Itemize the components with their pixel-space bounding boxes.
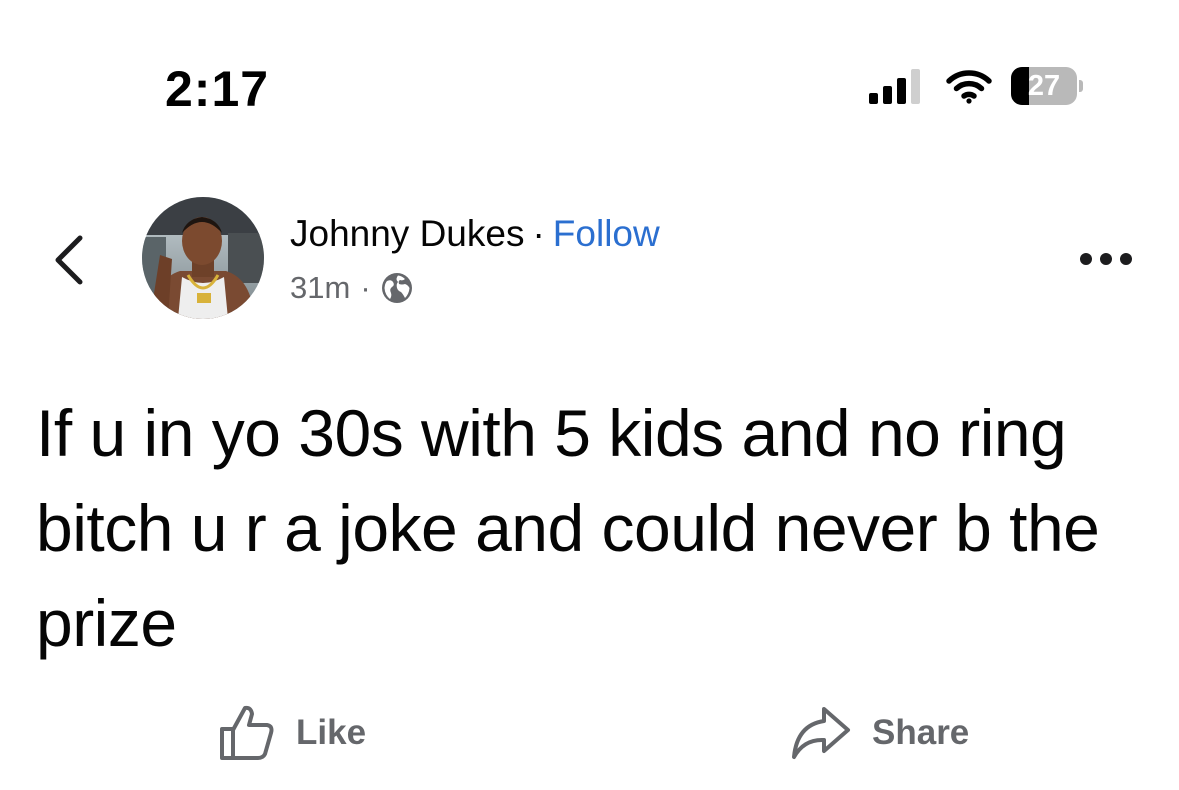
share-arrow-icon bbox=[792, 707, 850, 759]
follow-button[interactable]: Follow bbox=[553, 212, 660, 256]
battery-icon: 27 bbox=[1011, 67, 1083, 105]
post-timestamp[interactable]: 31m bbox=[290, 268, 350, 308]
cellular-signal-icon bbox=[869, 69, 920, 104]
profile-photo bbox=[142, 197, 264, 319]
status-icons: 27 bbox=[869, 66, 1083, 106]
ellipsis-icon bbox=[1080, 253, 1132, 265]
status-time: 2:17 bbox=[165, 61, 270, 117]
status-bar: 2:17 27 bbox=[0, 0, 1179, 130]
share-label: Share bbox=[872, 713, 970, 752]
post-actions: Like Share bbox=[0, 700, 1179, 766]
share-button[interactable]: Share bbox=[790, 700, 969, 766]
meta-separator: · bbox=[360, 270, 371, 305]
back-button[interactable] bbox=[44, 230, 96, 290]
post-header: Johnny Dukes · Follow 31m · bbox=[0, 190, 1179, 330]
post-meta: 31m · bbox=[290, 268, 413, 308]
thumbs-up-icon bbox=[220, 705, 274, 760]
globe-icon bbox=[381, 273, 412, 303]
like-label: Like bbox=[296, 713, 367, 752]
chevron-left-icon bbox=[55, 235, 83, 285]
author-row: Johnny Dukes · Follow bbox=[290, 212, 660, 256]
like-button[interactable]: Like bbox=[218, 700, 366, 766]
wifi-icon bbox=[946, 70, 992, 104]
more-options-button[interactable] bbox=[1074, 244, 1138, 274]
avatar[interactable] bbox=[142, 197, 264, 319]
battery-percent: 27 bbox=[1027, 70, 1061, 102]
name-separator: · bbox=[532, 213, 545, 254]
post-text: If u in yo 30s with 5 kids and no ring b… bbox=[36, 396, 1100, 660]
author-name[interactable]: Johnny Dukes bbox=[290, 212, 524, 256]
